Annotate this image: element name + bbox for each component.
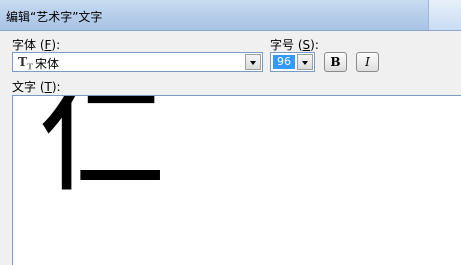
size-label-text: 字号 [270, 38, 295, 52]
truetype-icon: TT [18, 55, 33, 72]
font-value: 宋体 [35, 57, 60, 71]
window-title: 编辑“艺术字”文字 [6, 10, 103, 24]
font-combobox[interactable]: TT 宋体 [12, 52, 263, 72]
title-bar: 编辑“艺术字”文字 [0, 0, 461, 31]
text-content: 仁 [38, 95, 167, 210]
text-input-area[interactable]: 仁 [12, 95, 461, 265]
font-label: 字体 (F): [12, 38, 61, 52]
text-label-text: 文字 [12, 80, 37, 94]
size-value: 96 [273, 55, 295, 69]
font-dropdown-button[interactable] [245, 54, 261, 70]
size-label: 字号 (S): [270, 38, 319, 52]
size-combobox[interactable]: 96 [270, 52, 315, 72]
bold-button[interactable]: B [324, 52, 347, 72]
size-dropdown-button[interactable] [297, 54, 313, 70]
font-label-text: 字体 [12, 38, 37, 52]
italic-button[interactable]: I [356, 52, 379, 72]
text-label: 文字 (T): [12, 80, 61, 94]
title-bar-button[interactable] [428, 0, 461, 30]
font-label-accel: F [44, 38, 52, 52]
size-label-accel: S [302, 38, 311, 52]
text-label-accel: T [44, 80, 52, 94]
